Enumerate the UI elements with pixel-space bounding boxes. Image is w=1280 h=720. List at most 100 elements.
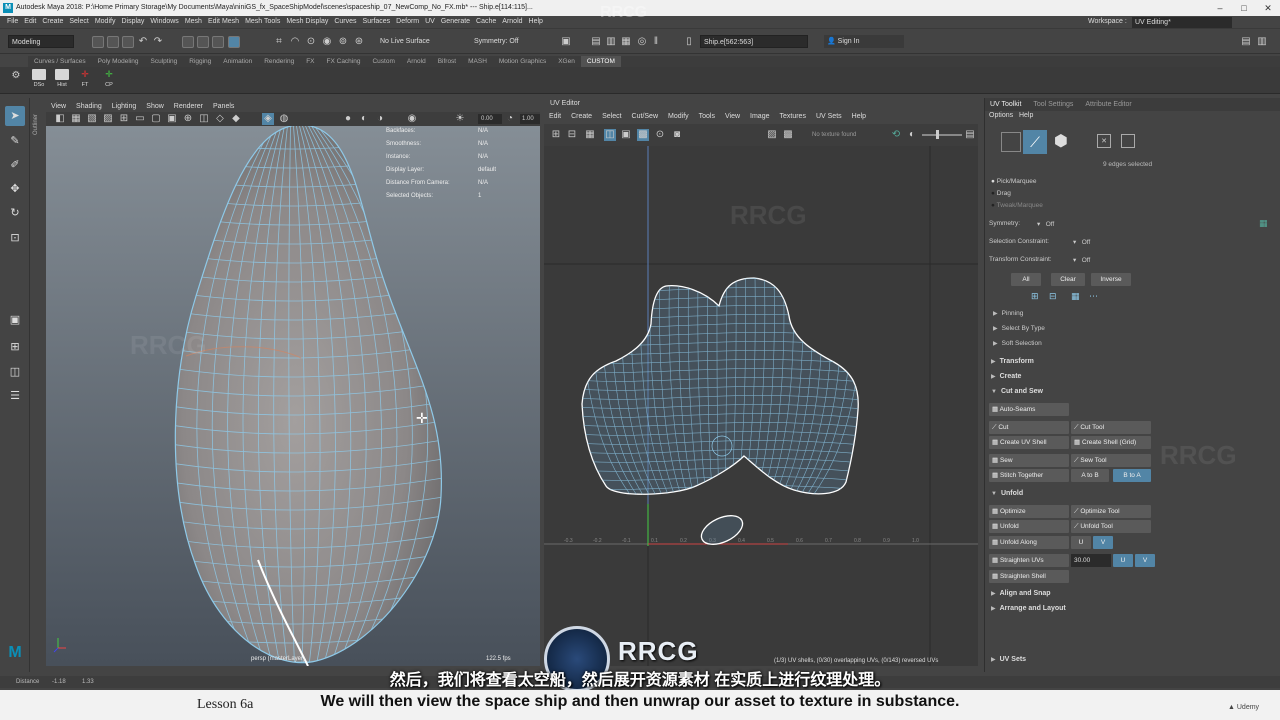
move-tool-icon[interactable]: ✥: [5, 179, 25, 199]
resolution-gate-icon[interactable]: ▢: [150, 113, 162, 125]
symmetry-grid-icon[interactable]: ▦: [1259, 218, 1268, 229]
menu-mesh-display[interactable]: Mesh Display: [283, 16, 331, 28]
uv-isolate-icon[interactable]: ▦: [584, 129, 596, 141]
straighten-uvs-button[interactable]: ▦ Straighten UVs: [989, 554, 1069, 567]
symmetry-dropdown[interactable]: ▾ Off: [1037, 220, 1054, 228]
shelf-tab-mash[interactable]: MASH: [462, 56, 493, 67]
select-all-button[interactable]: All: [1011, 273, 1041, 286]
menu-edit-mesh[interactable]: Edit Mesh: [205, 16, 242, 28]
workspace-dropdown[interactable]: UV Editing*: [1132, 17, 1232, 28]
pause-icon[interactable]: ‖: [650, 36, 662, 48]
stitch-together-button[interactable]: ▦ Stitch Together: [989, 469, 1069, 482]
shelf-button-ft[interactable]: ✛ FT: [76, 69, 94, 91]
section-soft-selection[interactable]: ▶ Soft Selection: [993, 340, 1042, 347]
film-gate-icon[interactable]: ▭: [134, 113, 146, 125]
render-settings-icon[interactable]: ◎: [636, 36, 648, 48]
select-object-icon[interactable]: [197, 36, 209, 48]
camera-attributes-icon[interactable]: ▦: [70, 113, 82, 125]
two-pane-layout-icon[interactable]: ◫: [5, 362, 25, 382]
unfold-tool-button[interactable]: ⟋ Unfold Tool: [1071, 520, 1151, 533]
uv-shell-main[interactable]: [581, 277, 859, 495]
uv-shaded-icon[interactable]: ◫: [604, 129, 616, 141]
uvtk-help-menu[interactable]: Help: [1019, 112, 1033, 119]
select-clear-button[interactable]: Clear: [1051, 273, 1085, 286]
a-to-b-button[interactable]: A to B: [1071, 469, 1109, 482]
sew-tool-button[interactable]: ⟋ Sew Tool: [1071, 454, 1151, 467]
menu-file[interactable]: File: [4, 16, 21, 28]
lasso-tool-icon[interactable]: ✎: [5, 131, 25, 151]
xray-icon[interactable]: ◍: [278, 113, 290, 125]
exposure-icon[interactable]: ☀: [454, 113, 466, 125]
symmetry-label[interactable]: Symmetry: Off: [474, 38, 519, 45]
shelf-tab-rendering[interactable]: Rendering: [258, 56, 300, 67]
unfold-along-button[interactable]: ▦ Unfold Along: [989, 536, 1069, 549]
shelf-settings-icon[interactable]: ⚙: [10, 70, 22, 82]
mode-drag[interactable]: ● Drag: [991, 190, 1011, 197]
uv-grid-icon[interactable]: ⊞: [550, 129, 562, 141]
live-surface-label[interactable]: No Live Surface: [380, 38, 430, 45]
menu-uv[interactable]: UV: [422, 16, 438, 28]
shelf-tab-arnold[interactable]: Arnold: [401, 56, 432, 67]
gamma-icon[interactable]: ◔: [504, 113, 516, 125]
cut-button[interactable]: ⟋ Cut: [989, 421, 1069, 434]
ambient-occlusion-icon[interactable]: ◑: [374, 113, 386, 125]
uv-menu-modify[interactable]: Modify: [663, 111, 694, 123]
uv-menu-uv-sets[interactable]: UV Sets: [811, 111, 847, 123]
menu-modify[interactable]: Modify: [92, 16, 119, 28]
menu-edit[interactable]: Edit: [21, 16, 39, 28]
outliner-side-label[interactable]: Outliner: [33, 95, 39, 135]
snap-curve-icon[interactable]: ◠: [289, 36, 301, 48]
selection-constraint-dropdown[interactable]: ▾ Off: [1073, 238, 1090, 246]
viewport-menu-renderer[interactable]: Renderer: [169, 101, 208, 112]
select-border-icon[interactable]: ▦: [1071, 291, 1080, 302]
shelf-tab-animation[interactable]: Animation: [217, 56, 258, 67]
menu-mesh-tools[interactable]: Mesh Tools: [242, 16, 283, 28]
render-frame-icon[interactable]: ▤: [590, 36, 602, 48]
mode-pick-marquee[interactable]: ● Pick/Marquee: [991, 178, 1037, 185]
uv-distortion-icon[interactable]: ▣: [620, 129, 632, 141]
save-scene-icon[interactable]: [122, 36, 134, 48]
isolate-select-icon[interactable]: ◉: [406, 113, 418, 125]
menu-create[interactable]: Create: [39, 16, 66, 28]
sidebar-toggle-icon[interactable]: ▯: [683, 36, 695, 48]
section-select-by-type[interactable]: ▶ Select By Type: [993, 325, 1045, 332]
straighten-angle-field[interactable]: 30.00: [1071, 554, 1111, 567]
shelf-tab-fx[interactable]: FX: [300, 56, 320, 67]
shelf-tab-custom[interactable]: Custom: [366, 56, 400, 67]
select-tool-icon[interactable]: ➤: [5, 106, 25, 126]
undo-icon[interactable]: ↶: [137, 36, 149, 48]
menu-help[interactable]: Help: [526, 16, 546, 28]
wireframe-icon[interactable]: ◇: [214, 113, 226, 125]
snap-surface-icon[interactable]: ⊚: [337, 36, 349, 48]
straighten-u-button[interactable]: U: [1113, 554, 1133, 567]
ipr-render-icon[interactable]: ▦: [620, 36, 632, 48]
b-to-a-button[interactable]: B to A: [1113, 469, 1151, 482]
viewport-menu-show[interactable]: Show: [141, 101, 169, 112]
section-create[interactable]: ▶ Create: [991, 373, 1021, 380]
minimize-icon[interactable]: –: [1208, 0, 1232, 16]
single-pane-layout-icon[interactable]: ▣: [5, 310, 25, 330]
uv-snap-icon[interactable]: ⊟: [566, 129, 578, 141]
shelf-tab-sculpting[interactable]: Sculpting: [145, 56, 184, 67]
uv-menu-image[interactable]: Image: [745, 111, 774, 123]
new-scene-icon[interactable]: [92, 36, 104, 48]
lights-icon[interactable]: ●: [342, 113, 354, 125]
bookmark-icon[interactable]: ▧: [86, 113, 98, 125]
paint-select-tool-icon[interactable]: ✐: [5, 155, 25, 175]
shadows-icon[interactable]: ◐: [358, 113, 370, 125]
uvtk-options-menu[interactable]: Options: [989, 112, 1013, 119]
shelf-button-hist[interactable]: Hist: [53, 69, 71, 91]
sew-button[interactable]: ▦ Sew: [989, 454, 1069, 467]
shelf-tab-fx-caching[interactable]: FX Caching: [321, 56, 367, 67]
viewport-menu-lighting[interactable]: Lighting: [107, 101, 142, 112]
uv-shell-mode-icon[interactable]: [1121, 134, 1135, 148]
mode-dropdown[interactable]: Modeling: [8, 35, 74, 48]
select-hierarchy-icon[interactable]: [182, 36, 194, 48]
uv-mode-icon[interactable]: ✕: [1097, 134, 1111, 148]
mode-tweak-marquee[interactable]: ● Tweak/Marquee: [991, 202, 1043, 209]
input-output-icon[interactable]: ▣: [560, 36, 572, 48]
grow-selection-icon[interactable]: ⊞: [1031, 291, 1039, 302]
tab-tool-settings[interactable]: Tool Settings: [1028, 98, 1078, 111]
auto-seams-button[interactable]: ▦ Auto-Seams: [989, 403, 1069, 416]
section-pinning[interactable]: ▶ Pinning: [993, 310, 1023, 317]
